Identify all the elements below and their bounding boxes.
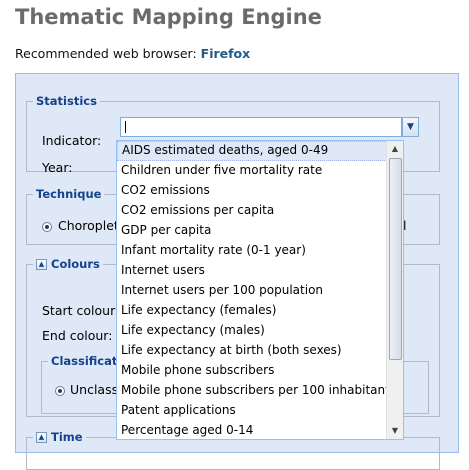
browser-text: Recommended web browser: [15,46,197,61]
dropdown-option[interactable]: CO2 emissions [117,181,403,201]
time-legend-label: Time [51,430,83,444]
collapse-icon[interactable]: ▲ [36,432,47,443]
dropdown-option[interactable]: Children under five mortality rate [117,161,403,181]
indicator-label: Indicator: [42,133,102,148]
dropdown-option[interactable]: Internet users per 100 population [117,281,403,301]
scroll-down-icon[interactable]: ▼ [387,423,403,439]
firefox-link[interactable]: Firefox [201,46,251,61]
dropdown-option[interactable]: Patent applications [117,401,403,421]
browser-recommendation: Recommended web browser: Firefox [15,46,250,61]
scrollbar-thumb[interactable] [389,158,402,360]
dropdown-option[interactable]: Mobile phone subscribers [117,361,403,381]
time-legend: ▲ Time [33,430,86,444]
chevron-down-icon[interactable]: ▼ [402,117,419,137]
indicator-combo-input[interactable] [120,117,402,137]
dropdown-option[interactable]: Infant mortality rate (0-1 year) [117,241,403,261]
choropleth-radio[interactable] [42,222,52,232]
unclassed-radio[interactable] [55,386,65,396]
dropdown-option[interactable]: Mobile phone subscribers per 100 inhabit… [117,381,403,401]
end-colour-label: End colour: [42,328,113,343]
dropdown-scrollbar[interactable]: ▲ ▼ [386,141,403,439]
text-caret [125,121,126,133]
dropdown-items: AIDS estimated deaths, aged 0-49 Children… [117,141,403,439]
colours-legend-label: Colours [51,257,100,271]
colours-legend: ▲ Colours [33,257,103,271]
start-colour-label: Start colour: [42,303,120,318]
dropdown-option[interactable]: Life expectancy (males) [117,321,403,341]
scroll-up-icon[interactable]: ▲ [387,141,403,157]
collapse-icon[interactable]: ▲ [36,259,47,270]
dropdown-option[interactable]: CO2 emissions per capita [117,201,403,221]
dropdown-option[interactable]: Life expectancy (females) [117,301,403,321]
dropdown-option[interactable]: Life expectancy at birth (both sexes) [117,341,403,361]
dropdown-option[interactable]: Percentage aged 0-14 [117,421,403,439]
dropdown-option[interactable]: Internet users [117,261,403,281]
app-title: Thematic Mapping Engine [15,5,322,29]
dropdown-option[interactable]: AIDS estimated deaths, aged 0-49 [117,141,403,161]
dropdown-option[interactable]: GDP per capita [117,221,403,241]
technique-legend: Technique [36,187,102,201]
classification-legend: Classificati [51,354,122,368]
statistics-legend: Statistics [36,94,97,108]
year-label: Year: [42,160,73,175]
indicator-dropdown-list[interactable]: AIDS estimated deaths, aged 0-49 Children… [116,140,404,440]
